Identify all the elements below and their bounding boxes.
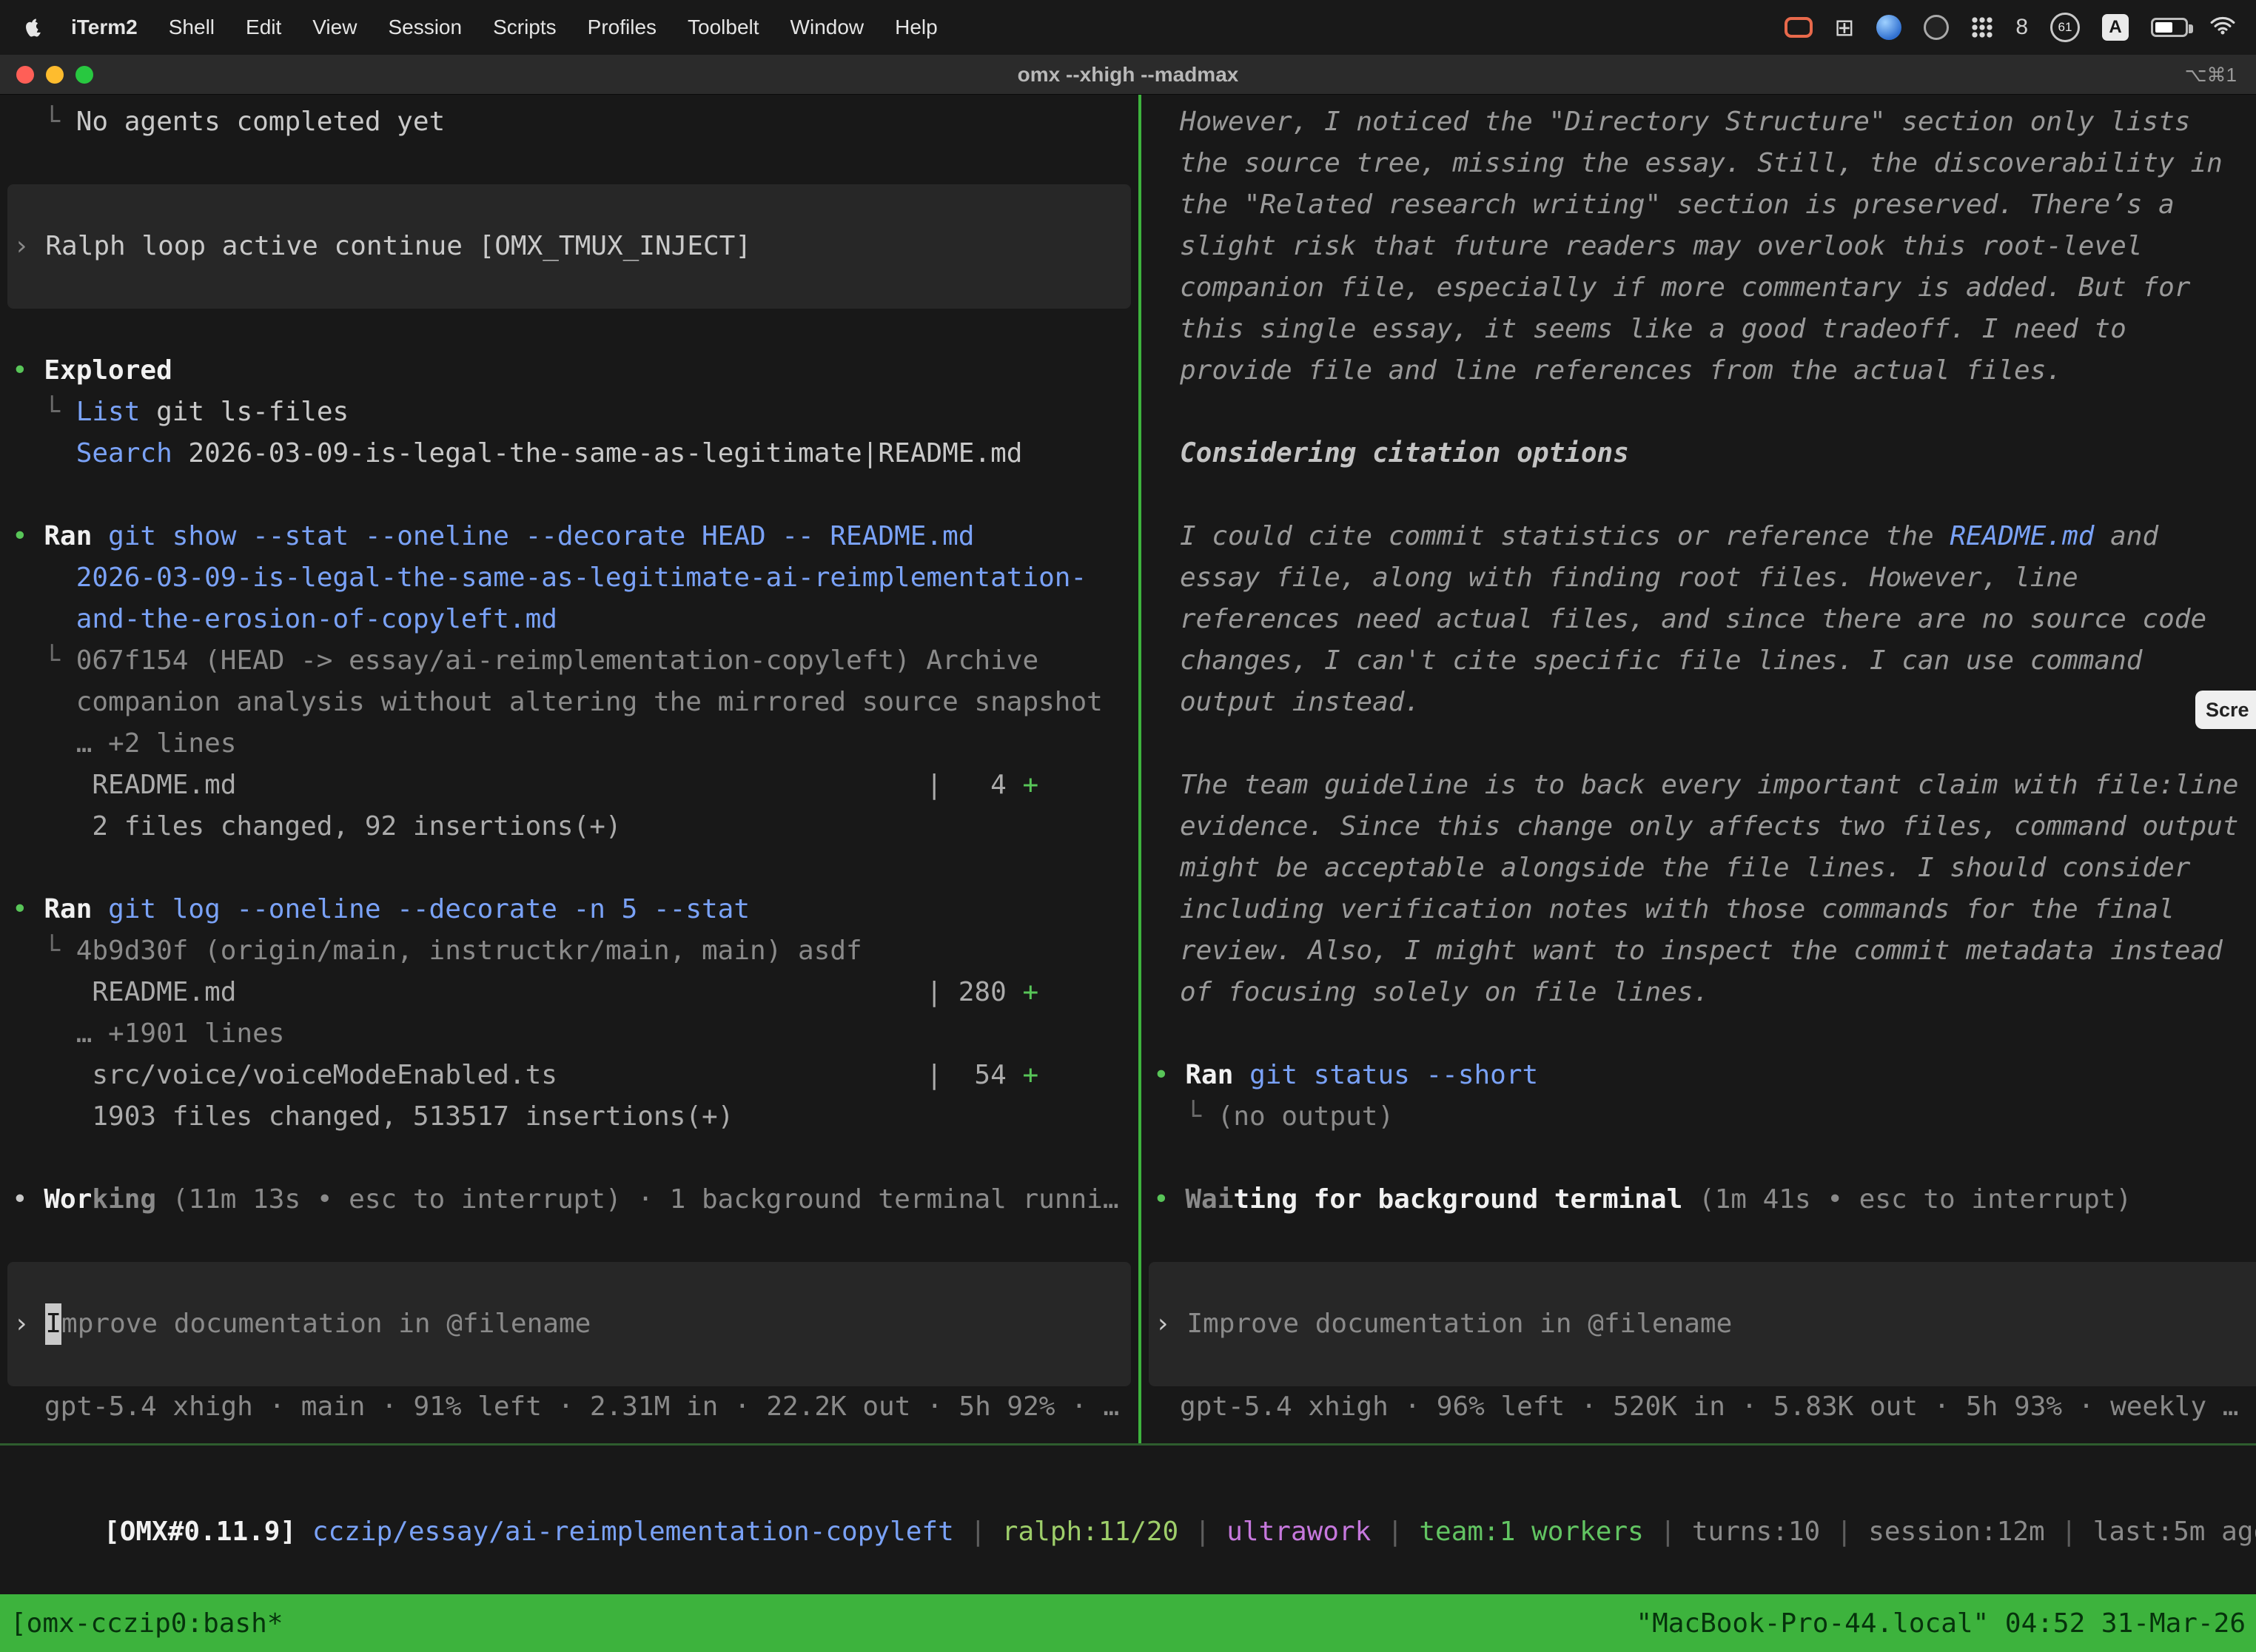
dark-app-icon[interactable] — [1924, 15, 1949, 40]
explored-header-line: • Explored — [0, 350, 1138, 392]
text-cursor: I — [45, 1303, 61, 1345]
cmd-output-line: └ 4b9d30f (origin/main, instructkr/main,… — [0, 930, 1138, 972]
diffstat-line: src/voice/voiceModeEnabled.ts | 54 + — [0, 1055, 1138, 1096]
diffstat-line: README.md | 4 + — [0, 765, 1138, 806]
cmd-filename-line: and-the-erosion-of-copyleft.md — [0, 599, 1138, 640]
menu-item-session[interactable]: Session — [388, 16, 462, 39]
bullet-icon: • — [12, 1184, 44, 1215]
numpad-app-icon[interactable]: 8 — [2015, 15, 2028, 40]
screen-share-overlay-button[interactable]: Scre — [2195, 691, 2256, 729]
chevron-icon: › — [13, 226, 45, 267]
assistant-thinking-paragraph: The team guideline is to back every impo… — [1141, 765, 2256, 1013]
omx-turns-label: turns:10 — [1692, 1517, 1820, 1547]
menu-item-help[interactable]: Help — [895, 16, 938, 39]
working-status-line: • Working (11m 13s • esc to interrupt) ·… — [0, 1179, 1138, 1220]
menu-item-shell[interactable]: Shell — [169, 16, 215, 39]
prompt-input[interactable]: › Improve documentation in @filename — [1149, 1262, 2256, 1386]
explored-list-line: └ List git ls-files — [0, 392, 1138, 433]
window-titlebar[interactable]: omx --xhigh --madmax ⌥⌘1 — [0, 55, 2256, 95]
omx-separator: | — [1371, 1517, 1419, 1547]
wifi-icon[interactable] — [2210, 15, 2235, 41]
battery-percent-badge[interactable]: 61 — [2050, 13, 2080, 42]
tmux-session-label: [omx-cczip0:bash* — [10, 1608, 283, 1639]
omx-status-bar: [OMX#0.11.9] cczip/essay/ai-reimplementa… — [7, 1470, 2256, 1511]
status-divider — [0, 1443, 2256, 1446]
menu-item-view[interactable]: View — [312, 16, 357, 39]
cmd-output-line: └ 067f154 (HEAD -> essay/ai-reimplementa… — [0, 640, 1138, 682]
ran-git-show-line: • Ran git show --stat --oneline --decora… — [0, 516, 1138, 557]
screen-recording-indicator-icon[interactable] — [1785, 17, 1813, 38]
explored-search-line: Search 2026-03-09-is-legal-the-same-as-l… — [0, 433, 1138, 474]
window-title: omx --xhigh --madmax — [0, 55, 2256, 95]
desktop: iTerm2 Shell Edit View Session Scripts P… — [0, 0, 2256, 1652]
waiting-status-line: • Waiting for background terminal (1m 41… — [1141, 1179, 2256, 1220]
diffstat-line: README.md | 280 + — [0, 972, 1138, 1013]
chevron-icon: › — [13, 1303, 45, 1345]
cmd-output-more-line: … +2 lines — [0, 723, 1138, 765]
cmd-output-line: companion analysis without altering the … — [0, 682, 1138, 723]
omx-branch-label: cczip/essay/ai-reimplementation-copyleft — [312, 1517, 954, 1547]
ran-git-log-line: • Ran git log --oneline --decorate -n 5 … — [0, 889, 1138, 930]
omx-version-label: [OMX#0.11.9] — [104, 1517, 312, 1547]
omx-team-label: team:1 workers — [1419, 1517, 1643, 1547]
ralph-loop-banner: › Ralph loop active continue [OMX_TMUX_I… — [7, 184, 1131, 309]
omx-mode-label: ultrawork — [1226, 1517, 1371, 1547]
assistant-thinking-paragraph: I could cite commit statistics or refere… — [1141, 516, 2256, 723]
bullet-icon: • — [12, 355, 44, 386]
assistant-thinking-paragraph: However, I noticed the "Directory Struct… — [1141, 101, 2256, 392]
diffstat-summary-line: 2 files changed, 92 insertions(+) — [0, 806, 1138, 847]
cmd-filename-line: 2026-03-09-is-legal-the-same-as-legitima… — [0, 557, 1138, 599]
blue-app-icon[interactable] — [1876, 15, 1901, 40]
agents-note-line: └ No agents completed yet — [0, 101, 1138, 143]
tmux-status-bar: [omx-cczip0:bash* "MacBook-Pro-44.local"… — [0, 1594, 2256, 1652]
dots-grid-icon[interactable] — [1971, 16, 1993, 38]
menu-item-app[interactable]: iTerm2 — [71, 16, 138, 39]
left-terminal-pane[interactable]: └ No agents completed yet › Ralph loop a… — [0, 95, 1138, 1443]
omx-separator: | — [1820, 1517, 1868, 1547]
bullet-icon: • — [1153, 1184, 1185, 1215]
omx-separator: | — [954, 1517, 1002, 1547]
cmd-output-line: └ (no output) — [1141, 1096, 2256, 1138]
bullet-icon: • — [12, 894, 44, 924]
input-source-icon[interactable]: A — [2102, 14, 2129, 41]
bullet-icon: • — [12, 521, 44, 551]
tmux-host-clock-label: "MacBook-Pro-44.local" 04:52 31-Mar-26 — [1636, 1608, 2246, 1639]
omx-separator: | — [2045, 1517, 2093, 1547]
window-shortcut-label: ⌥⌘1 — [2185, 55, 2237, 95]
cmd-output-more-line: … +1901 lines — [0, 1013, 1138, 1055]
model-status-line: gpt-5.4 xhigh · main · 91% left · 2.31M … — [0, 1386, 1138, 1428]
apple-icon[interactable] — [21, 16, 46, 38]
bullet-icon: • — [1153, 1060, 1185, 1090]
omx-last-label: last:5m ago — [2093, 1517, 2256, 1547]
prompt-input[interactable]: › Improve documentation in @filename — [7, 1262, 1131, 1386]
omx-session-label: session:12m — [1868, 1517, 2044, 1547]
menu-item-window[interactable]: Window — [790, 16, 865, 39]
model-status-line: gpt-5.4 xhigh · 96% left · 520K in · 5.8… — [1141, 1386, 2256, 1428]
right-terminal-pane[interactable]: However, I noticed the "Directory Struct… — [1141, 95, 2256, 1443]
omx-ralph-label: ralph:11/20 — [1002, 1517, 1178, 1547]
terminal-window: └ No agents completed yet › Ralph loop a… — [0, 95, 2256, 1594]
macos-menu-bar: iTerm2 Shell Edit View Session Scripts P… — [0, 0, 2256, 55]
chevron-icon: › — [1155, 1303, 1186, 1345]
thinking-section-heading: Considering citation options — [1141, 433, 2256, 474]
diffstat-summary-line: 1903 files changed, 513517 insertions(+) — [0, 1096, 1138, 1138]
menu-item-toolbelt[interactable]: Toolbelt — [688, 16, 759, 39]
grid-icon[interactable]: ⊞ — [1835, 16, 1855, 39]
battery-icon[interactable] — [2151, 18, 2188, 37]
readme-file-link[interactable]: README.md — [1950, 521, 2094, 551]
omx-separator: | — [1178, 1517, 1226, 1547]
menu-item-profiles[interactable]: Profiles — [588, 16, 657, 39]
menu-item-scripts[interactable]: Scripts — [493, 16, 557, 39]
menu-item-edit[interactable]: Edit — [246, 16, 281, 39]
omx-separator: | — [1644, 1517, 1692, 1547]
ran-git-status-line: • Ran git status --short — [1141, 1055, 2256, 1096]
